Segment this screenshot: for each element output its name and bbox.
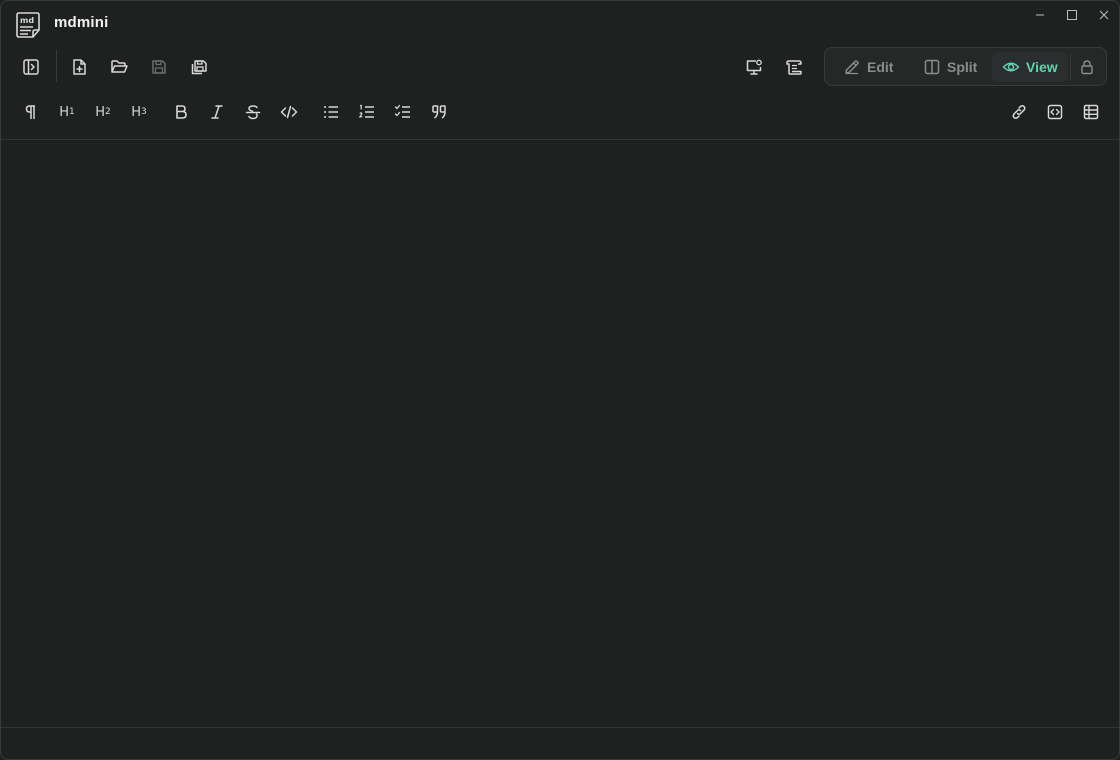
mode-edit-button[interactable]: Edit <box>833 52 917 82</box>
bullet-list-icon <box>324 106 338 118</box>
app-title: mdmini <box>54 14 109 31</box>
sidebar-toggle-button[interactable] <box>16 52 46 82</box>
presentation-icon <box>746 59 762 75</box>
numbered-list-button[interactable] <box>352 97 382 127</box>
table-button[interactable] <box>1076 97 1106 127</box>
scroll-button[interactable] <box>779 52 809 82</box>
new-file-icon <box>73 59 86 75</box>
title-bar: md mdmini <box>1 1 1119 45</box>
quote-button[interactable] <box>424 97 454 127</box>
app-window: md mdmini Edit Split View H 1 H 2 H 3 <box>0 0 1120 760</box>
close-icon <box>1099 10 1109 20</box>
task-list-button[interactable] <box>388 97 418 127</box>
mode-split-button[interactable]: Split <box>913 52 995 82</box>
lock-icon <box>1081 60 1093 75</box>
pencil-icon <box>845 60 859 75</box>
sidebar-toggle-icon <box>23 59 39 75</box>
split-view-icon <box>924 59 940 75</box>
lock-button[interactable] <box>1073 52 1101 82</box>
mode-split-label: Split <box>947 59 978 75</box>
heading-1-button[interactable]: H1 <box>52 97 82 127</box>
link-icon <box>1012 105 1026 119</box>
save-icon <box>152 60 166 74</box>
save-button[interactable] <box>144 52 174 82</box>
scroll-icon <box>786 60 802 75</box>
code-block-button[interactable] <box>1040 97 1070 127</box>
inline-code-button[interactable] <box>274 97 304 127</box>
close-button[interactable] <box>1093 7 1115 23</box>
task-list-icon <box>394 104 410 118</box>
minimize-icon <box>1036 14 1044 16</box>
heading-1-level: 1 <box>69 107 75 117</box>
presentation-button[interactable] <box>739 52 769 82</box>
view-mode-switcher: Edit Split View <box>824 47 1107 86</box>
bold-button[interactable] <box>166 97 196 127</box>
open-folder-button[interactable] <box>104 52 134 82</box>
maximize-button[interactable] <box>1061 7 1083 23</box>
mode-view-button[interactable]: View <box>992 52 1068 82</box>
app-logo-icon: md <box>14 11 42 39</box>
strikethrough-button[interactable] <box>238 97 268 127</box>
paragraph-icon <box>25 105 35 119</box>
heading-2-button[interactable]: H2 <box>88 97 118 127</box>
mode-view-label: View <box>1026 59 1058 75</box>
minimize-button[interactable] <box>1029 7 1051 23</box>
document-view-area[interactable] <box>1 140 1119 727</box>
heading-1-label: H <box>59 104 70 120</box>
status-bar <box>1 727 1119 759</box>
code-block-icon <box>1047 104 1063 120</box>
eye-icon <box>1002 62 1020 72</box>
paragraph-button[interactable] <box>16 97 46 127</box>
italic-icon <box>211 105 223 119</box>
new-file-button[interactable] <box>64 52 94 82</box>
link-button[interactable] <box>1004 97 1034 127</box>
quote-icon <box>432 105 446 119</box>
toolbar-divider <box>56 50 57 82</box>
table-icon <box>1083 104 1099 120</box>
italic-button[interactable] <box>202 97 232 127</box>
heading-2-level: 2 <box>105 107 111 117</box>
strikethrough-icon <box>245 105 261 120</box>
bold-icon <box>176 105 187 119</box>
bullet-list-button[interactable] <box>316 97 346 127</box>
numbered-list-icon <box>358 104 374 118</box>
code-icon <box>280 105 298 119</box>
heading-3-label: H <box>131 104 142 120</box>
save-all-button[interactable] <box>184 52 214 82</box>
heading-3-button[interactable]: H3 <box>124 97 154 127</box>
open-folder-icon <box>111 60 128 73</box>
save-all-icon <box>191 60 207 75</box>
heading-3-level: 3 <box>141 107 147 117</box>
mode-divider <box>1070 54 1071 80</box>
svg-text:md: md <box>20 16 34 25</box>
heading-2-label: H <box>95 104 106 120</box>
maximize-icon <box>1067 10 1077 20</box>
mode-edit-label: Edit <box>867 59 894 75</box>
